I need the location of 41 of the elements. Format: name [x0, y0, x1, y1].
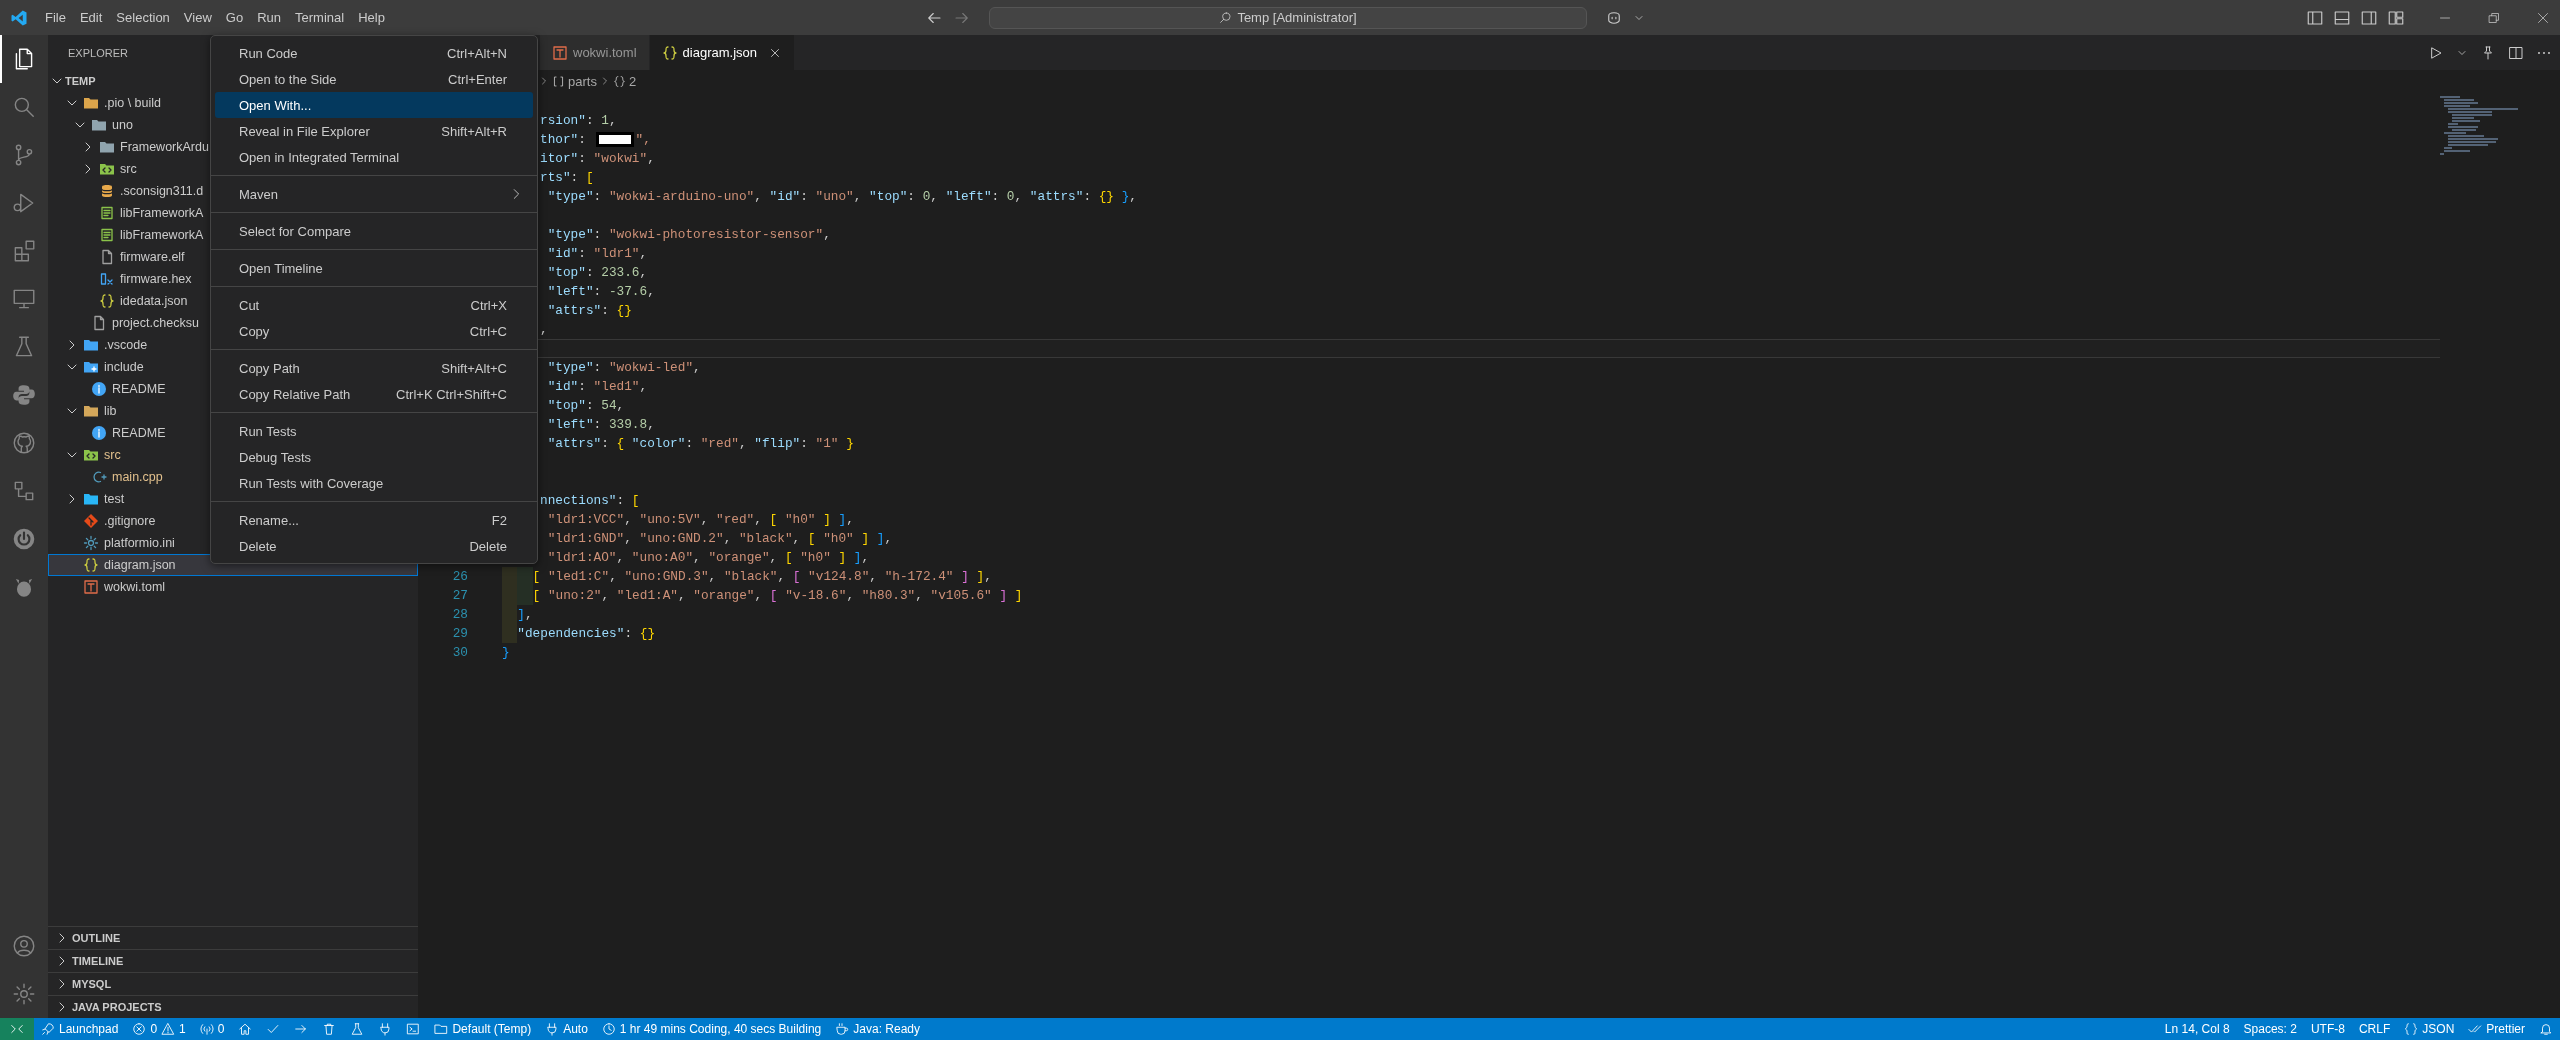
panel-title: EXPLORER: [68, 46, 128, 59]
code-line: "type": "wokwi-arduino-uno", "id": "uno", "top": 0, "left": 0, "attrs": {} },: [546, 188, 1137, 206]
shortcut-label: F2: [491, 512, 507, 528]
shortcut-label: Shift+Alt+R: [441, 123, 507, 139]
code-line: "attrs": { "color": "red", "flip": "1" }: [546, 435, 854, 453]
shortcut-label: Ctrl+Enter: [448, 71, 507, 87]
code-line: "top": 233.6,: [546, 264, 648, 282]
code-line: "type": "wokwi-led",: [546, 359, 701, 377]
code-line: "type": "wokwi-photoresistor-sensor",: [546, 226, 831, 244]
code-line: "ldr1:GND", "uno:GND.2", "black", [ "h0" ] ],: [546, 530, 893, 548]
code-line: }: [502, 644, 510, 662]
shortcut-label: Ctrl+C: [469, 323, 507, 339]
code-line: "id": "led1",: [546, 378, 648, 396]
code-line: itor": "wokwi",: [540, 150, 655, 168]
code-line: rsion": 1,: [540, 112, 617, 130]
line-number: 28: [452, 607, 468, 622]
code-line: [ "led1:C", "uno:GND.3", "black", [ "v124.8", "h-172.4" ] ],: [532, 568, 992, 586]
code-line: "ldr1:AO", "uno:A0", "orange", [ "h0" ] ],: [546, 549, 870, 567]
code-line: nnections": [: [540, 492, 640, 510]
shortcut-label: Delete: [469, 538, 507, 554]
line-number: 26: [452, 569, 468, 584]
code-line: "ldr1:VCC", "uno:5V", "red", [ "h0" ] ],: [546, 511, 854, 529]
code-line: "left": -37.6,: [546, 283, 655, 301]
code-line: "attrs": {}: [546, 302, 632, 320]
line-number: 30: [452, 645, 468, 660]
shortcut-label: Ctrl+K Ctrl+Shift+C: [396, 386, 507, 402]
shortcut-label: Ctrl+Alt+N: [447, 45, 507, 61]
code-line: "id": "ldr1",: [546, 245, 648, 263]
code-line: ",: [635, 131, 651, 149]
code-line: "dependencies": {}: [517, 625, 656, 643]
code-line: "left": 339.8,: [546, 416, 655, 434]
code-line: ,: [540, 321, 548, 339]
code-line: [ "uno:2", "led1:A", "orange", [ "v-18.6", "h80.3", "v105.6" ] ]: [532, 587, 1023, 605]
code-line: ],: [517, 606, 533, 624]
code-line: thor":: [540, 131, 587, 149]
shortcut-label: Ctrl+X: [470, 297, 507, 313]
line-number: 27: [452, 588, 468, 603]
code-line: rts": [: [540, 169, 594, 187]
code-line: "top": 54,: [546, 397, 625, 415]
line-number: 29: [452, 626, 468, 641]
shortcut-label: Shift+Alt+C: [441, 360, 507, 376]
